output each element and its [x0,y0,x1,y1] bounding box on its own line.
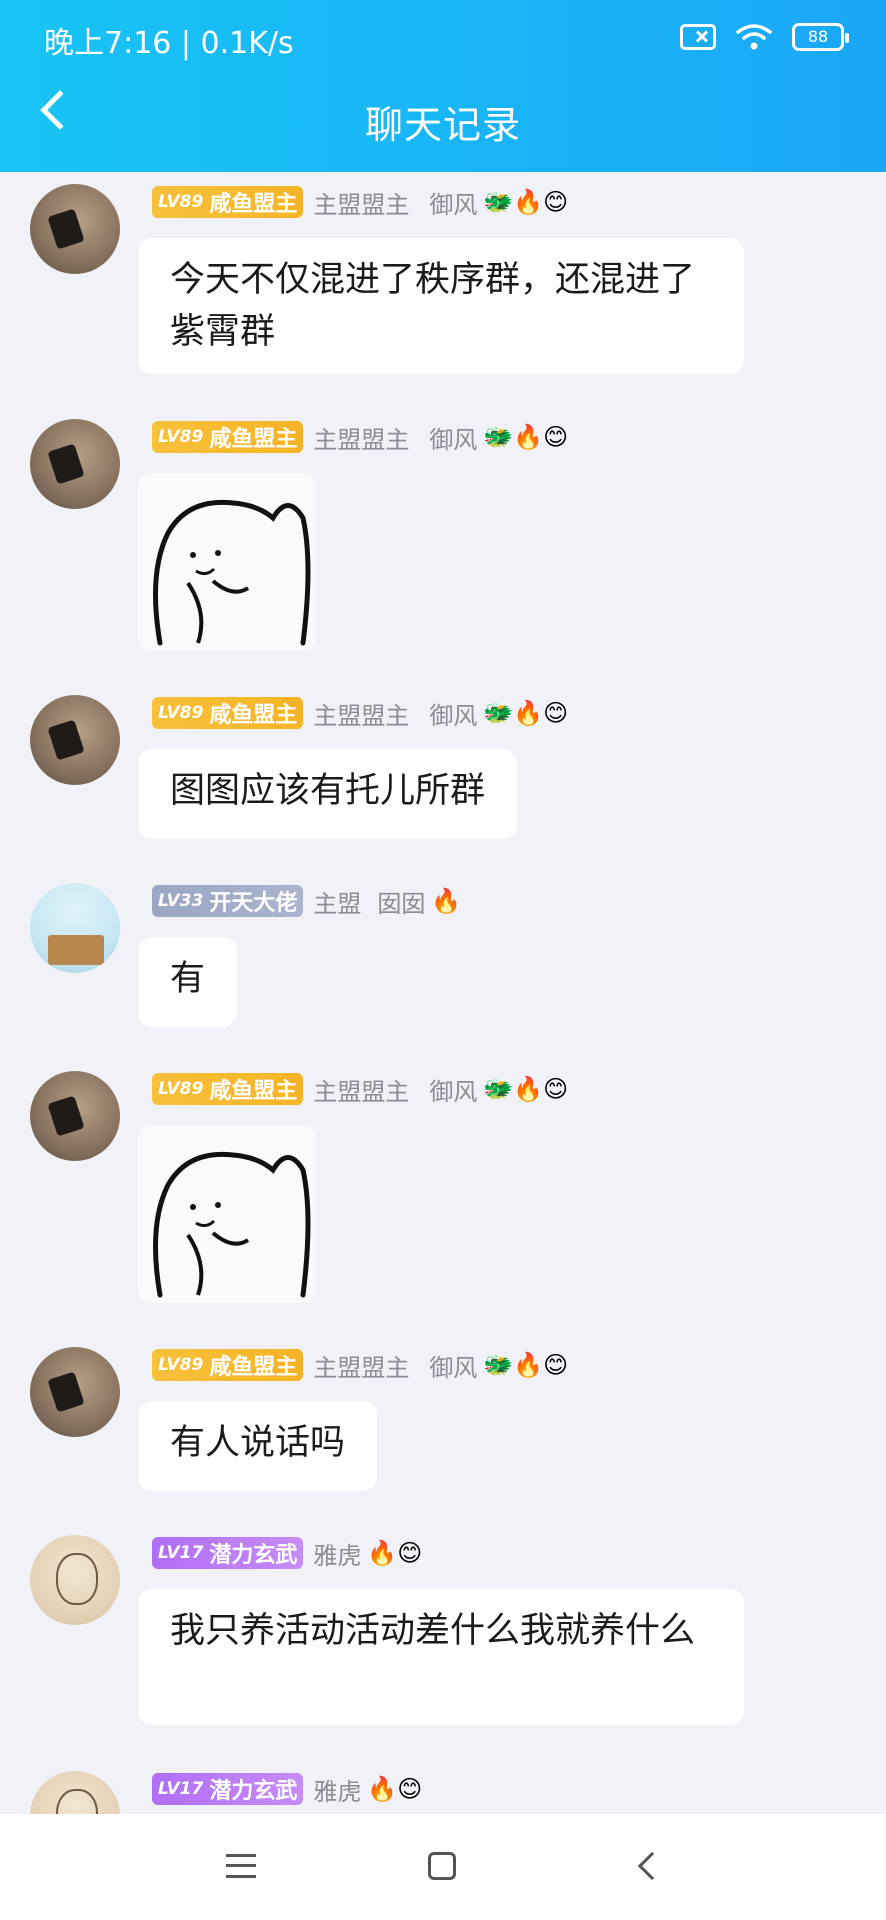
cartoon-sticker-icon [153,1151,311,1298]
level-number: LV17 [158,1779,204,1799]
level-number: LV89 [158,703,204,723]
level-number: LV89 [158,1355,204,1375]
honor-badges: 🐲🔥😊 [483,423,569,451]
status-time: 晚上7:16 | 0.1K/s [44,26,294,61]
wifi-icon [736,24,772,50]
level-badge: LV89 咸鱼盟主 [152,1073,304,1105]
honor-badges: 🐲🔥😊 [483,188,569,216]
member-role: 主盟盟主 [313,425,410,454]
status-icons: 88 [680,22,849,52]
honor-badges: 🔥😊 [367,1539,423,1567]
honor-badges: 🐲🔥😊 [483,699,569,727]
system-navigation-bar [0,1814,886,1920]
level-badge: LV17 潜力玄武 [152,1773,304,1805]
level-title: 咸鱼盟主 [209,1079,298,1104]
message-meta: LV17 潜力玄武 雅虎 🔥😊 [152,1537,423,1570]
level-number: LV17 [158,1543,204,1563]
level-title: 咸鱼盟主 [209,427,298,452]
message-bubble[interactable]: 我只养活动活动差什么我就养什么 [138,1589,744,1725]
member-name: 囡囡 [377,889,426,918]
member-name: 御风 [429,190,478,219]
member-name: 御风 [429,1077,478,1106]
level-badge: LV17 潜力玄武 [152,1537,304,1569]
honor-badges: 🔥 [431,887,462,915]
back-icon[interactable] [637,1851,667,1881]
user-avatar[interactable] [30,1771,120,1814]
user-avatar[interactable] [30,419,120,509]
level-title: 潜力玄武 [209,1779,298,1804]
menu-icon[interactable] [226,1854,256,1878]
level-title: 咸鱼盟主 [209,1355,298,1380]
message-bubble[interactable]: 有人说话吗 [138,1401,378,1491]
member-role: 主盟 [313,889,362,918]
member-role: 主盟盟主 [313,1077,410,1106]
level-badge: LV33 开天大佬 [152,885,304,917]
level-number: LV33 [158,891,204,911]
user-avatar[interactable] [30,184,120,274]
level-title: 咸鱼盟主 [209,192,298,217]
sticker-image[interactable] [138,1125,316,1303]
message-meta: LV33 开天大佬 主盟 囡囡 🔥 [152,885,462,918]
cartoon-sticker-icon [153,499,311,646]
honor-badges: 🐲🔥😊 [483,1351,569,1379]
message-meta: LV89 咸鱼盟主 主盟盟主 御风 🐲🔥😊 [152,1349,569,1382]
message-meta: LV89 咸鱼盟主 主盟盟主 御风 🐲🔥😊 [152,1073,569,1106]
page-title: 聊天记录 [364,103,521,147]
level-number: LV89 [158,427,204,447]
message-bubble[interactable]: 图图应该有托儿所群 [138,749,518,839]
honor-badges: 🔥😊 [367,1775,423,1803]
honor-badges: 🐲🔥😊 [483,1075,569,1103]
member-role: 主盟盟主 [313,1353,410,1382]
level-number: LV89 [158,192,204,212]
user-avatar[interactable] [30,1347,120,1437]
message-meta: LV89 咸鱼盟主 主盟盟主 御风 🐲🔥😊 [152,697,569,730]
user-avatar[interactable] [30,695,120,785]
level-title: 开天大佬 [209,891,298,916]
user-avatar[interactable] [30,1071,120,1161]
member-name: 雅虎 [313,1777,362,1806]
level-number: LV89 [158,1079,204,1099]
message-meta: LV17 潜力玄武 雅虎 🔥😊 [152,1773,423,1806]
message-bubble[interactable]: 有 [138,937,238,1027]
member-name: 御风 [429,425,478,454]
level-badge: LV89 咸鱼盟主 [152,186,304,218]
user-avatar[interactable] [30,883,120,973]
message-meta: LV89 咸鱼盟主 主盟盟主 御风 🐲🔥😊 [152,421,569,454]
message-meta: LV89 咸鱼盟主 主盟盟主 御风 🐲🔥😊 [152,186,569,219]
level-badge: LV89 咸鱼盟主 [152,421,304,453]
member-name: 雅虎 [313,1541,362,1570]
level-title: 潜力玄武 [209,1543,298,1568]
member-name: 御风 [429,1353,478,1382]
level-badge: LV89 咸鱼盟主 [152,1349,304,1381]
level-badge: LV89 咸鱼盟主 [152,697,304,729]
no-sim-icon [680,24,716,50]
member-name: 御风 [429,701,478,730]
chat-history-list[interactable]: LV89 咸鱼盟主 主盟盟主 御风 🐲🔥😊 今天不仅混进了秩序群，还混进了紫霄群 … [0,172,886,1814]
level-title: 咸鱼盟主 [209,703,298,728]
sticker-image[interactable] [138,473,316,651]
battery-icon: 88 [792,23,849,51]
app-header: 晚上7:16 | 0.1K/s 88 聊天记录 [0,0,886,172]
member-role: 主盟盟主 [313,701,410,730]
user-avatar[interactable] [30,1535,120,1625]
home-icon[interactable] [428,1852,456,1880]
message-bubble[interactable]: 今天不仅混进了秩序群，还混进了紫霄群 [138,238,744,374]
member-role: 主盟盟主 [313,190,410,219]
